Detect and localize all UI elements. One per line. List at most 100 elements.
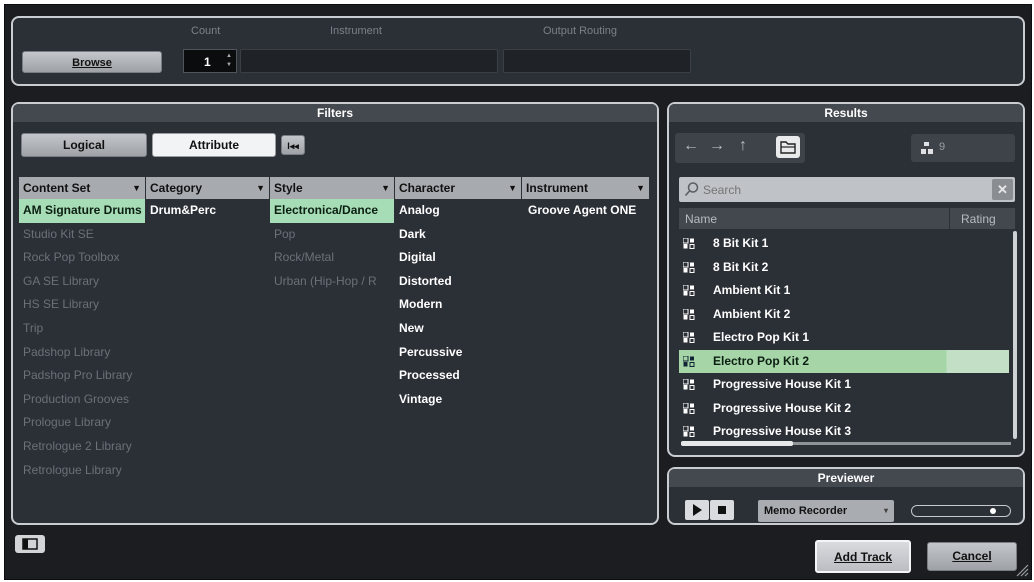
dropdown-arrow-icon: ▼ [508, 183, 517, 193]
cancel-label: Cancel [952, 549, 992, 563]
drum-kit-icon [683, 426, 695, 437]
toggle-panel-button[interactable] [15, 535, 45, 553]
style-list: Electronica/Dance Pop Rock/Metal Urban (… [270, 199, 394, 293]
column-header-label: Character [399, 181, 456, 195]
filter-item[interactable]: Groove Agent ONE [522, 199, 649, 223]
arrow-up-icon[interactable]: ↑ [739, 137, 747, 155]
reset-filters-icon: I◂◂ [287, 141, 299, 151]
results-vertical-scrollbar[interactable] [1013, 231, 1017, 439]
filter-item[interactable]: Padshop Pro Library [19, 364, 145, 388]
filter-item[interactable]: Digital [395, 246, 521, 270]
filter-item[interactable]: GA SE Library [19, 270, 145, 294]
dropdown-arrow-icon: ▼ [636, 183, 645, 193]
drum-kit-icon [683, 355, 695, 367]
add-track-button[interactable]: Add Track [815, 540, 911, 573]
instrument-field[interactable] [240, 49, 498, 73]
count-field[interactable]: 1 ▲ ▼ [183, 49, 237, 73]
arrow-right-icon[interactable]: → [709, 137, 725, 155]
results-horizontal-scrollbar[interactable] [681, 441, 793, 446]
filter-item[interactable]: Drum&Perc [146, 199, 269, 223]
filter-item[interactable]: New [395, 317, 521, 341]
result-row[interactable]: Ambient Kit 2 [679, 303, 1009, 327]
drum-kit-icon [683, 261, 695, 273]
result-count-box: 9 [911, 134, 1015, 162]
search-input[interactable] [703, 180, 983, 199]
reset-filters-button[interactable]: I◂◂ [281, 135, 305, 155]
preview-source-dropdown[interactable]: Memo Recorder ▾ [758, 500, 894, 522]
preview-volume-slider[interactable] [911, 505, 1011, 517]
filter-item[interactable]: Modern [395, 293, 521, 317]
previewer-title: Previewer [669, 469, 1023, 487]
folder-button[interactable] [776, 136, 800, 158]
result-row[interactable]: Progressive House Kit 1 [679, 373, 1009, 397]
filter-item[interactable]: Rock/Metal [270, 246, 394, 270]
stop-button[interactable] [710, 500, 734, 520]
filter-item[interactable]: Analog [395, 199, 521, 223]
drum-kit-icon [683, 379, 695, 390]
filter-item[interactable]: Padshop Library [19, 341, 145, 365]
filter-item[interactable]: Production Grooves [19, 388, 145, 412]
browse-label: Browse [72, 57, 112, 69]
column-header-category[interactable]: Category ▼ [146, 177, 270, 199]
search-bar: ✕ [679, 177, 1015, 202]
result-row[interactable]: Electro Pop Kit 1 [679, 326, 1009, 350]
slider-handle[interactable] [990, 508, 996, 514]
column-header-style[interactable]: Style ▼ [270, 177, 395, 199]
dialog-window: Count Instrument Output Routing Browse 1… [4, 4, 1032, 580]
column-header-instrument[interactable]: Instrument ▼ [522, 177, 649, 199]
resize-grip-icon[interactable] [1015, 563, 1029, 577]
filter-item[interactable]: Rock Pop Toolbox [19, 246, 145, 270]
browse-button[interactable]: Browse [22, 51, 162, 73]
filter-item[interactable]: Pop [270, 223, 394, 247]
column-header-content-set[interactable]: Content Set ▼ [19, 177, 146, 199]
filter-item[interactable]: Electronica/Dance [270, 199, 394, 223]
column-name-header[interactable]: Name [685, 212, 717, 226]
logical-tab[interactable]: Logical [21, 133, 147, 157]
filter-item[interactable]: Processed [395, 364, 521, 388]
folder-icon [780, 141, 796, 154]
filter-item[interactable]: Retrologue Library [19, 459, 145, 483]
play-button[interactable] [685, 500, 709, 520]
arrow-left-icon[interactable]: ← [683, 137, 699, 155]
close-icon: ✕ [997, 182, 1008, 197]
column-header-label: Style [274, 181, 303, 195]
instrument-list: Groove Agent ONE [522, 199, 649, 223]
result-row[interactable]: 8 Bit Kit 2 [679, 256, 1009, 280]
column-rating-header[interactable]: Rating [961, 212, 996, 226]
instrument-label: Instrument [330, 25, 382, 37]
drum-kit-icon [683, 238, 695, 249]
column-header-character[interactable]: Character ▼ [395, 177, 522, 199]
filter-item[interactable]: Urban (Hip-Hop / R [270, 270, 394, 294]
output-routing-field[interactable] [503, 49, 691, 73]
result-label: 8 Bit Kit 2 [713, 259, 769, 274]
result-row[interactable]: 8 Bit Kit 1 [679, 232, 1009, 256]
filter-item[interactable]: Studio Kit SE [19, 223, 145, 247]
count-spinner[interactable]: ▲ ▼ [226, 52, 234, 70]
cancel-button[interactable]: Cancel [927, 542, 1017, 571]
add-track-dialog: Count Instrument Output Routing Browse 1… [0, 0, 1034, 582]
attribute-tab[interactable]: Attribute [152, 133, 276, 157]
output-routing-label: Output Routing [543, 25, 617, 37]
result-row-selected[interactable]: Electro Pop Kit 2 [679, 349, 1009, 373]
clear-search-button[interactable]: ✕ [992, 179, 1013, 200]
result-row[interactable]: Progressive House Kit 2 [679, 397, 1009, 421]
filter-item[interactable]: Retrologue 2 Library [19, 435, 145, 459]
result-row[interactable]: Ambient Kit 1 [679, 279, 1009, 303]
result-count: 9 [939, 141, 946, 153]
count-label: Count [191, 25, 221, 37]
filter-item[interactable]: Prologue Library [19, 411, 145, 435]
logical-label: Logical [62, 138, 105, 152]
search-icon [684, 182, 699, 197]
filter-item[interactable]: Trip [19, 317, 145, 341]
stop-icon [718, 506, 726, 514]
filter-item[interactable]: Dark [395, 223, 521, 247]
result-row[interactable]: Progressive House Kit 3 [679, 420, 1009, 440]
dropdown-arrow-icon: ▼ [256, 183, 265, 193]
filter-item[interactable]: Distorted [395, 270, 521, 294]
filter-item[interactable]: HS SE Library [19, 293, 145, 317]
filter-item[interactable]: Vintage [395, 388, 521, 412]
filter-item[interactable]: Percussive [395, 341, 521, 365]
filter-item[interactable]: AM Signature Drums [19, 199, 145, 223]
column-divider [949, 208, 950, 229]
chevron-down-icon: ▾ [883, 506, 888, 515]
